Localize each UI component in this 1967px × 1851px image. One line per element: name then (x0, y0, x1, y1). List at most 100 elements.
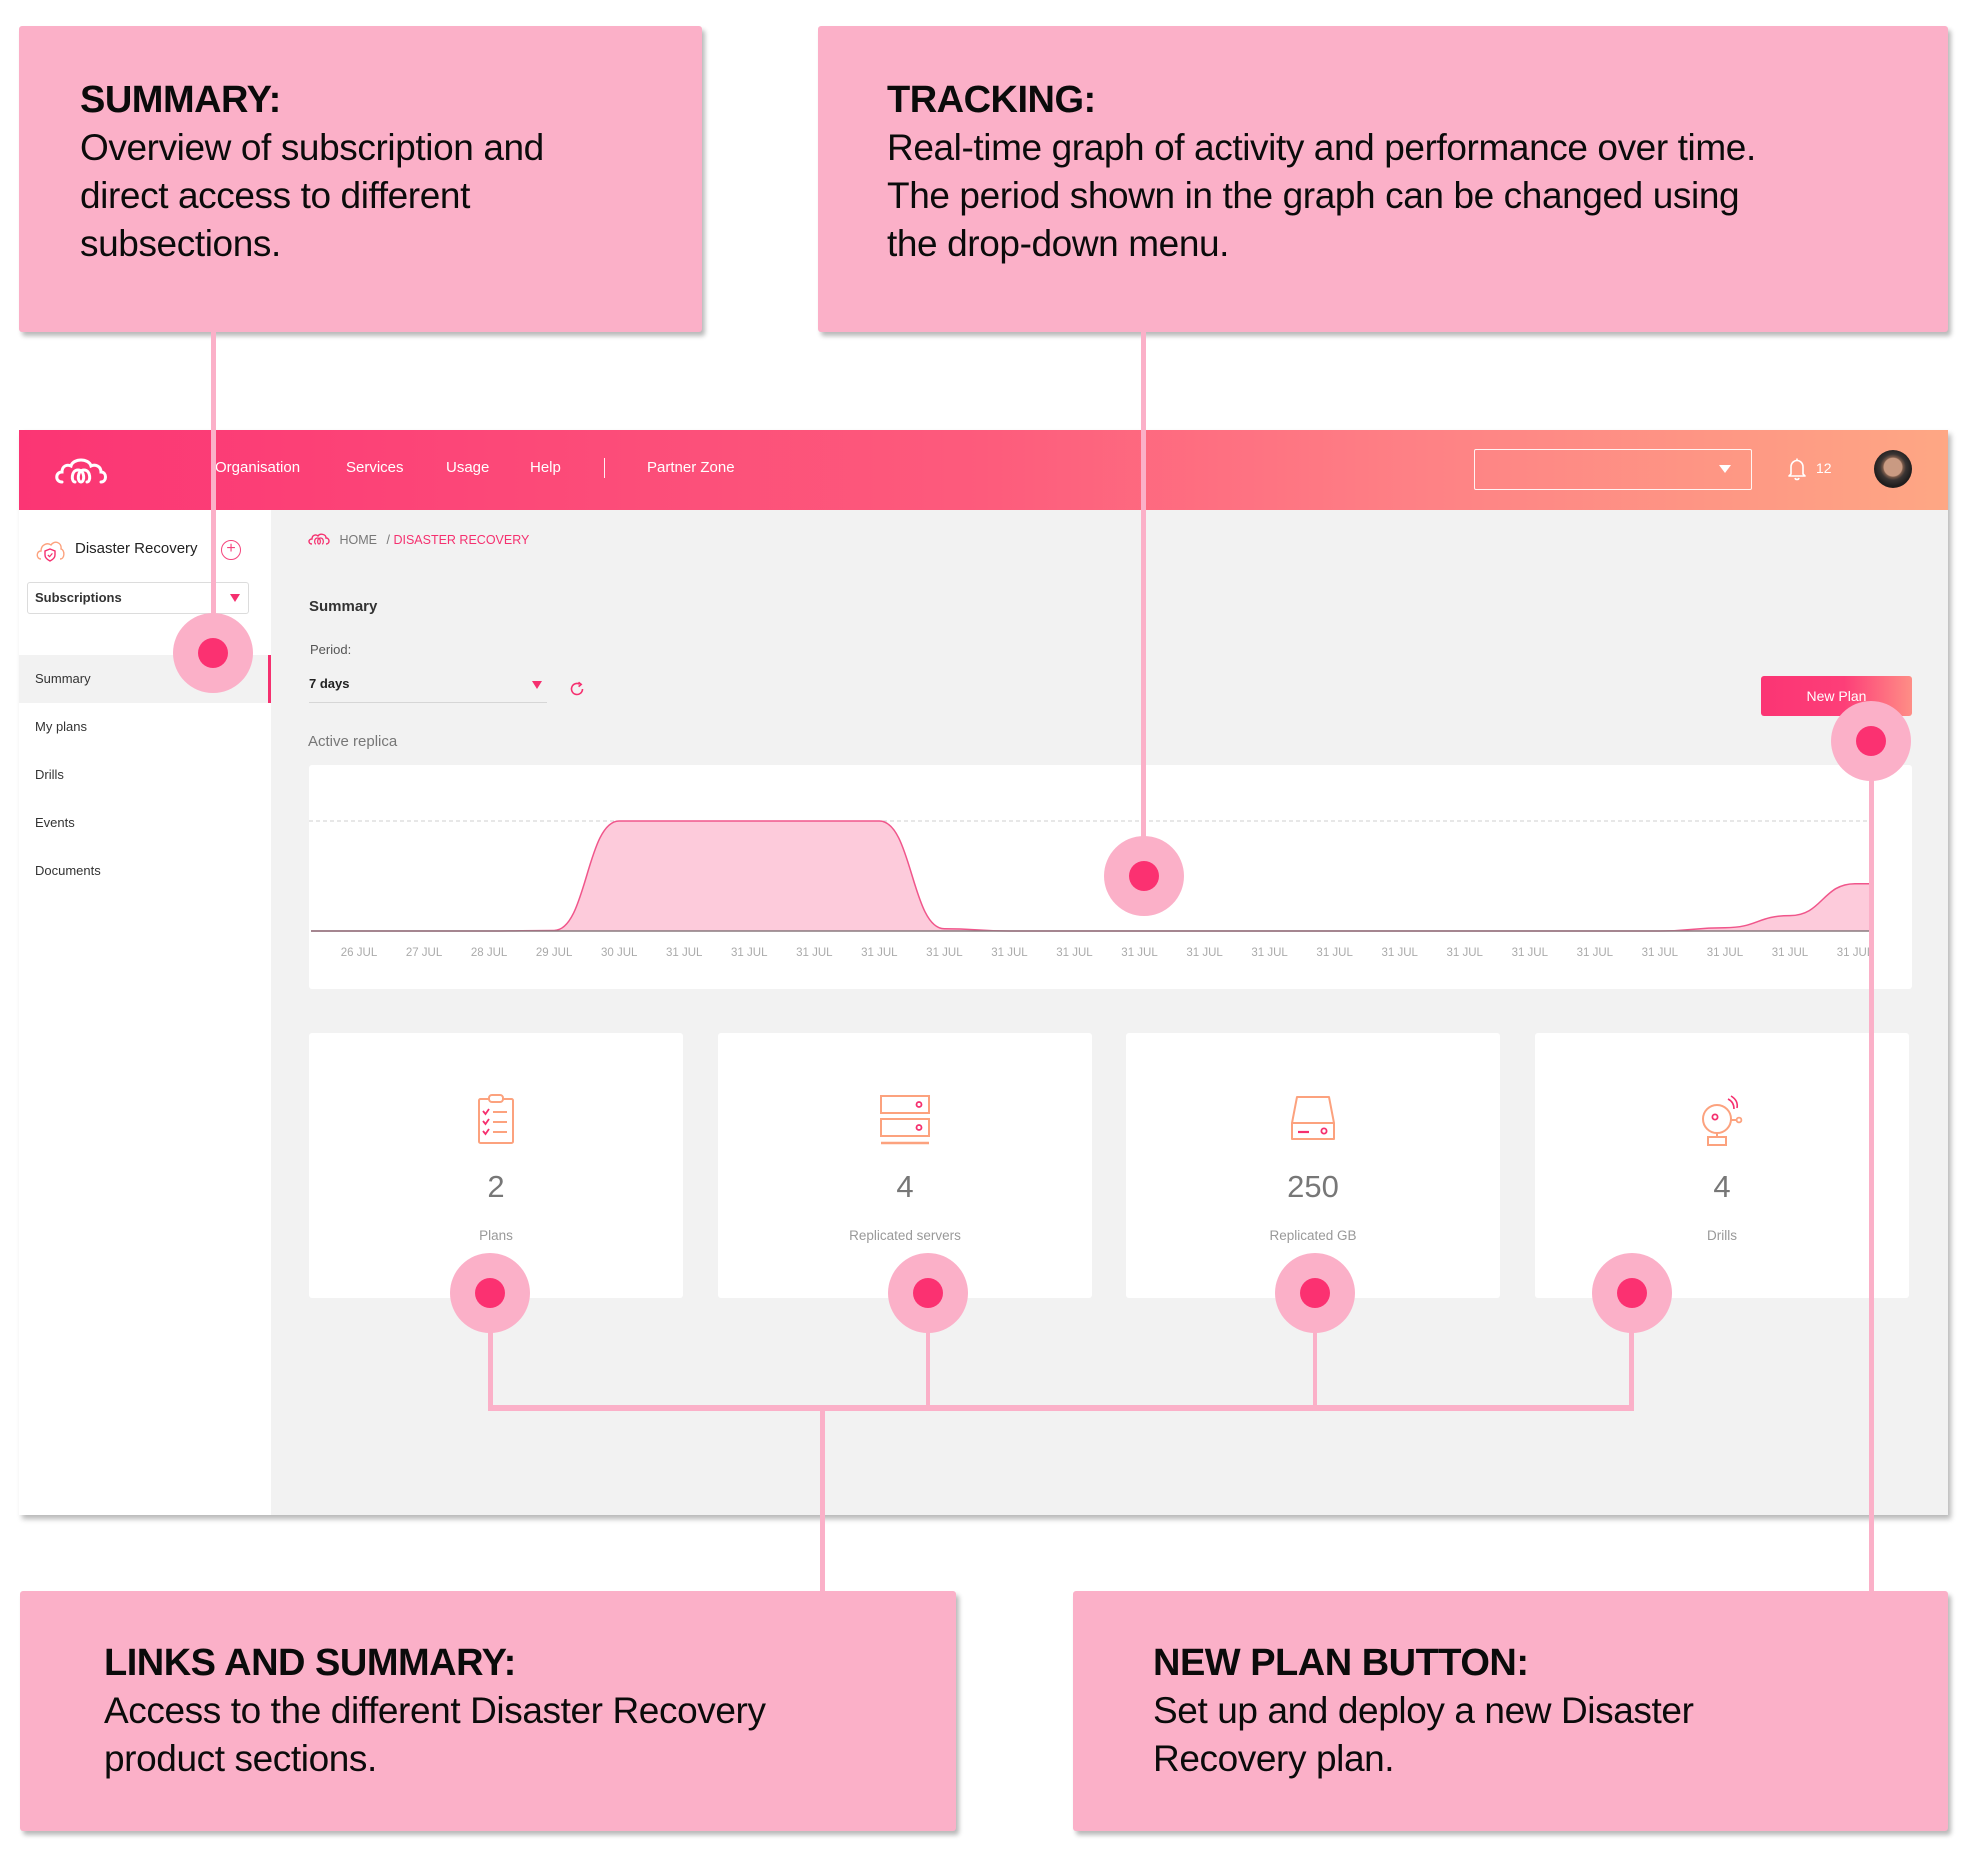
notification-count: 12 (1816, 460, 1832, 476)
sidebar: Disaster Recovery + Subscriptions Summar… (19, 510, 271, 1515)
x-tick-label: 31 JUL (926, 947, 963, 959)
nav-help[interactable]: Help (530, 459, 561, 476)
stat-card-replicated-servers[interactable]: 4 Replicated servers (718, 1033, 1092, 1298)
select-value: Subscriptions (35, 590, 122, 605)
product-name: Disaster Recovery (75, 540, 198, 557)
breadcrumb-separator: / (386, 533, 390, 547)
refresh-icon[interactable] (568, 680, 586, 698)
breadcrumb-home[interactable]: HOME (339, 533, 377, 547)
sidebar-item-my-plans[interactable]: My plans (19, 703, 271, 751)
sidebar-item-label: Summary (35, 671, 91, 686)
organisation-select[interactable] (1474, 449, 1752, 490)
breadcrumb-current: DISASTER RECOVERY (393, 533, 530, 547)
chart-title: Active replica (308, 733, 398, 750)
chevron-down-icon (1719, 465, 1731, 473)
callout-title: SUMMARY: (80, 79, 281, 121)
sidebar-item-drills[interactable]: Drills (19, 751, 271, 799)
stat-label: Drills (1707, 1228, 1737, 1243)
sidebar-item-summary[interactable]: Summary (19, 655, 271, 703)
x-tick-label: 31 JUL (991, 947, 1028, 959)
callout-body-line: subsections. (80, 223, 281, 264)
period-label: Period: (310, 642, 352, 657)
x-tick-label: 31 JUL (1121, 947, 1158, 959)
nav-usage[interactable]: Usage (446, 459, 489, 476)
cloud-home-icon[interactable] (308, 533, 330, 545)
period-select[interactable]: 7 days (309, 670, 547, 703)
sidebar-item-label: Events (35, 815, 75, 830)
stat-label: Replicated servers (849, 1228, 961, 1243)
x-tick-label: 29 JUL (536, 947, 573, 959)
x-tick-label: 27 JUL (406, 947, 443, 959)
sidebar-item-documents[interactable]: Documents (19, 847, 271, 895)
area-fill (311, 821, 1871, 931)
callout-body-line: Access to the different Disaster Recover… (104, 1690, 766, 1731)
user-avatar[interactable] (1874, 450, 1912, 488)
clipboard-checklist-icon (478, 1094, 514, 1144)
chart-canvas: 26 JUL 27 JUL 28 JUL 29 JUL 30 JUL 31 JUL 31 J… (309, 820, 1874, 959)
subscriptions-select[interactable]: Subscriptions (27, 582, 249, 614)
callout-body-line: Recovery plan. (1153, 1738, 1395, 1779)
stat-card-plans[interactable]: 2 Plans (309, 1033, 683, 1298)
stat-value: 4 (896, 1169, 914, 1204)
callout-new-plan-button: NEW PLAN BUTTON: Set up and deploy a new… (1073, 1591, 1948, 1831)
stat-label: Replicated GB (1269, 1228, 1357, 1243)
cloud-shield-icon (36, 541, 65, 562)
hard-drive-icon (1291, 1096, 1335, 1140)
bell-icon[interactable] (1787, 457, 1807, 481)
x-tick-label: 31 JUL (1251, 947, 1288, 959)
callout-body-line: the drop-down menu. (887, 223, 1230, 264)
cloud-logo-icon[interactable] (53, 452, 109, 488)
active-replica-chart: 26 JUL 27 JUL 28 JUL 29 JUL 30 JUL 31 JUL 31 J… (309, 765, 1912, 989)
chevron-down-icon (230, 594, 240, 602)
sidebar-item-events[interactable]: Events (19, 799, 271, 847)
x-tick-label: 31 JUL (1577, 947, 1614, 959)
callout-title: NEW PLAN BUTTON: (1153, 1642, 1529, 1684)
nav-divider (604, 458, 605, 478)
nav-services[interactable]: Services (346, 459, 404, 476)
page-title: Summary (309, 598, 378, 615)
x-tick-label: 31 JUL (1707, 947, 1744, 959)
x-tick-label: 31 JUL (1056, 947, 1093, 959)
x-tick-label: 26 JUL (341, 947, 378, 959)
alarm-bell-icon (1702, 1095, 1743, 1146)
callout-title: LINKS AND SUMMARY: (104, 1642, 516, 1684)
nav-organisation[interactable]: Organisation (215, 459, 300, 476)
callout-body-line: direct access to different (80, 175, 470, 216)
x-tick-label: 31 JUL (1772, 947, 1809, 959)
breadcrumb: HOME / DISASTER RECOVERY (308, 533, 529, 547)
new-plan-button[interactable]: New Plan (1761, 676, 1912, 716)
stat-value: 250 (1287, 1169, 1339, 1204)
sidebar-item-label: Documents (35, 863, 101, 878)
x-tick-label: 31 JUL (1447, 947, 1484, 959)
select-value: 7 days (309, 676, 350, 691)
server-stack-icon (880, 1095, 930, 1145)
stat-value: 4 (1713, 1169, 1731, 1204)
x-tick-label: 31 JUL (731, 947, 768, 959)
x-tick-label: 28 JUL (471, 947, 508, 959)
plus-circle-icon[interactable]: + (221, 540, 241, 560)
top-navigation-bar: Organisation Services Usage Help Partner… (19, 430, 1948, 510)
nav-partner-zone[interactable]: Partner Zone (647, 459, 735, 476)
x-tick-label: 31 JUL (861, 947, 898, 959)
x-tick-label: 30 JUL (601, 947, 638, 959)
sidebar-item-label: Drills (35, 767, 64, 782)
sidebar-item-label: My plans (35, 719, 88, 734)
x-tick-label: 31 JUL (1316, 947, 1353, 959)
callout-body-line: Overview of subscription and (80, 127, 544, 168)
x-tick-label: 31 JUL (796, 947, 833, 959)
stat-card-drills[interactable]: 4 Drills (1535, 1033, 1909, 1298)
stat-value: 2 (487, 1169, 505, 1204)
x-tick-label: 31 JUL (1512, 947, 1549, 959)
x-tick-label: 31 JUL (1642, 947, 1679, 959)
chevron-down-icon (532, 681, 542, 689)
app-window: Organisation Services Usage Help Partner… (19, 430, 1948, 1515)
stat-label: Plans (479, 1228, 513, 1243)
callout-body-line: product sections. (104, 1738, 377, 1779)
stat-card-replicated-gb[interactable]: 250 Replicated GB (1126, 1033, 1500, 1298)
callout-title: TRACKING: (887, 79, 1096, 121)
x-tick-label: 31 JUL (666, 947, 703, 959)
callout-body-line: The period shown in the graph can be cha… (887, 175, 1740, 216)
x-tick-label: 31 JUL (1381, 947, 1418, 959)
callout-tracking: TRACKING: Real-time graph of activity an… (818, 26, 1948, 332)
callout-summary: SUMMARY: Overview of subscription and di… (19, 26, 702, 332)
